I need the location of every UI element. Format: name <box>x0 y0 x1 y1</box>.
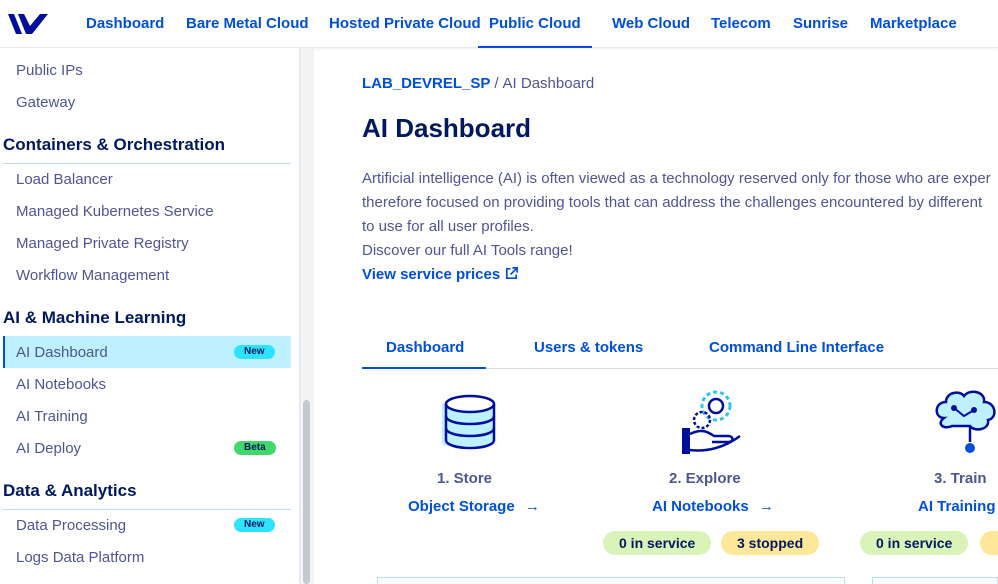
nav-public-cloud[interactable]: Public Cloud <box>478 0 592 48</box>
tab-dashboard[interactable]: Dashboard <box>386 339 464 356</box>
sidebar-section-ai-ml: AI & Machine Learning <box>3 308 187 327</box>
ai-notebooks-label: AI Notebooks <box>652 498 749 515</box>
in-service-status: 0 in service <box>603 531 712 555</box>
step-train-label: 3. Train <box>934 470 987 487</box>
description-line: Discover our full AI Tools range! <box>362 242 573 259</box>
beta-badge: Beta <box>234 441 276 455</box>
sidebar-item-ai-deploy[interactable]: AI Deploy <box>16 440 81 457</box>
sidebar-item-public-ips[interactable]: Public IPs <box>16 62 83 79</box>
sidebar-section-containers: Containers & Orchestration <box>3 135 225 154</box>
external-link-icon <box>506 267 519 280</box>
sidebar-item-data-processing[interactable]: Data Processing <box>16 517 126 534</box>
object-storage-link[interactable]: Object Storage → <box>408 498 540 515</box>
stopped-status-clipped <box>980 531 998 555</box>
description-line: Artificial intelligence (AI) is often vi… <box>362 170 991 187</box>
step-store-label: 1. Store <box>437 470 493 487</box>
breadcrumb-project-link[interactable]: LAB_DEVREL_SP <box>362 75 490 92</box>
database-icon <box>442 394 496 450</box>
description-line: therefore focused on providing tools tha… <box>362 194 983 211</box>
breadcrumb-separator: / <box>494 75 499 92</box>
sidebar-item-managed-kubernetes[interactable]: Managed Kubernetes Service <box>16 203 214 220</box>
tab-users-tokens[interactable]: Users & tokens <box>534 339 643 356</box>
nav-web-cloud[interactable]: Web Cloud <box>612 0 690 48</box>
brain-circuit-icon <box>935 390 996 453</box>
tab-command-line-interface[interactable]: Command Line Interface <box>709 339 884 356</box>
sidebar-item-managed-private-registry[interactable]: Managed Private Registry <box>16 235 189 252</box>
storage-card <box>377 577 845 584</box>
sidebar-item-ai-training[interactable]: AI Training <box>16 408 88 425</box>
nav-marketplace[interactable]: Marketplace <box>870 0 957 48</box>
sidebar-scrollbar-thumb[interactable] <box>303 400 310 584</box>
nav-hosted-private-cloud[interactable]: Hosted Private Cloud <box>329 0 481 48</box>
nav-sunrise[interactable]: Sunrise <box>793 0 848 48</box>
sidebar-item-gateway[interactable]: Gateway <box>16 94 75 111</box>
sidebar-item-load-balancer[interactable]: Load Balancer <box>16 171 113 188</box>
sidebar-item-logs-data-platform[interactable]: Logs Data Platform <box>16 549 144 566</box>
ai-notebooks-link[interactable]: AI Notebooks → <box>652 498 774 515</box>
active-tab-indicator <box>362 367 486 369</box>
view-service-prices-link[interactable]: View service prices <box>362 266 519 283</box>
breadcrumb: LAB_DEVREL_SP / AI Dashboard <box>362 75 594 92</box>
in-service-status: 0 in service <box>860 531 969 555</box>
top-navigation: Dashboard Bare Metal Cloud Hosted Privat… <box>0 0 998 48</box>
breadcrumb-current: AI Dashboard <box>502 75 595 92</box>
step-explore-label: 2. Explore <box>669 470 741 487</box>
training-card <box>872 577 998 584</box>
new-badge: New <box>234 518 275 532</box>
ovh-logo[interactable] <box>6 10 52 38</box>
section-divider <box>3 509 291 510</box>
stopped-status: 3 stopped <box>721 531 820 555</box>
section-divider <box>3 163 291 164</box>
nav-bare-metal-cloud[interactable]: Bare Metal Cloud <box>186 0 309 48</box>
page-title: AI Dashboard <box>362 113 532 143</box>
view-service-prices-label: View service prices <box>362 266 501 283</box>
ai-training-link[interactable]: AI Training <box>918 498 996 515</box>
sidebar-item-label: AI Dashboard <box>16 344 108 361</box>
object-storage-label: Object Storage <box>408 498 515 515</box>
sidebar-section-data-analytics: Data & Analytics <box>3 481 137 500</box>
nav-dashboard[interactable]: Dashboard <box>86 0 164 48</box>
nav-telecom[interactable]: Telecom <box>711 0 771 48</box>
arrow-right-icon: → <box>524 498 540 515</box>
hand-gears-icon <box>682 390 741 454</box>
sidebar-item-workflow-management[interactable]: Workflow Management <box>16 267 169 284</box>
arrow-right-icon: → <box>758 498 774 515</box>
sidebar: Public IPs Gateway Containers & Orchestr… <box>0 48 300 584</box>
description-line: to use for all user profiles. <box>362 218 534 235</box>
sidebar-item-ai-notebooks[interactable]: AI Notebooks <box>16 376 106 393</box>
new-badge: New <box>234 345 275 359</box>
